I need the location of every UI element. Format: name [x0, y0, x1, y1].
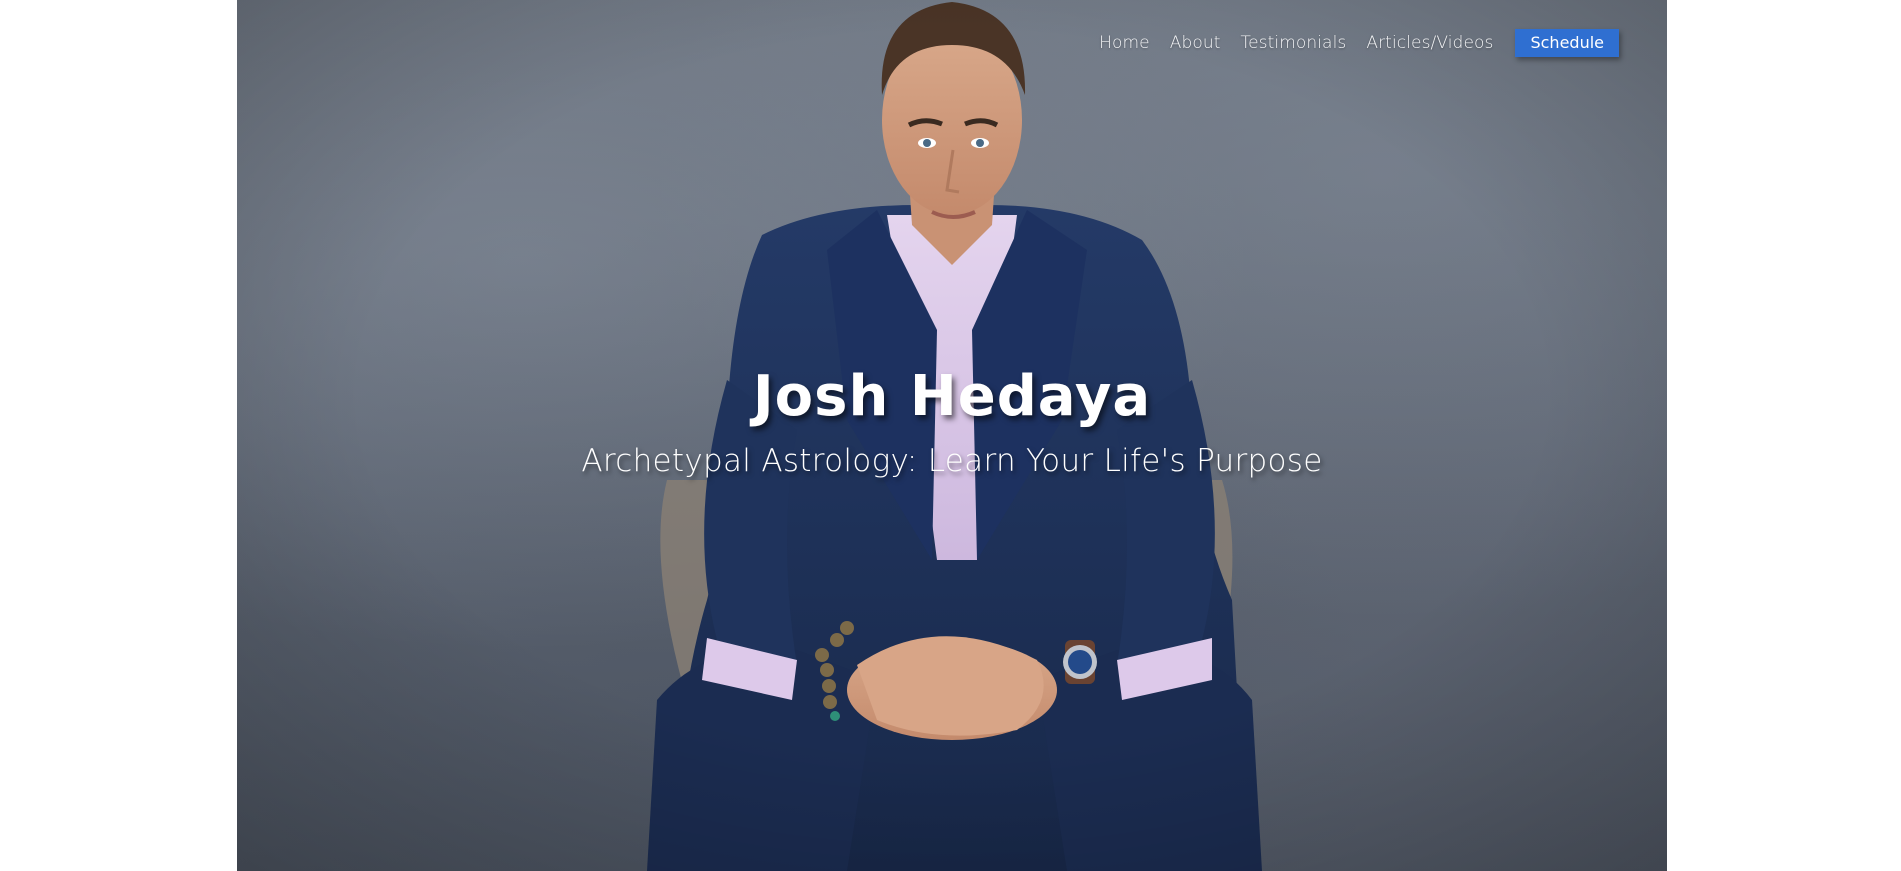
- page: Home About Testimonials Articles/Videos …: [0, 0, 1901, 871]
- nav-home-link[interactable]: Home: [1099, 30, 1150, 56]
- hero-title: Josh Hedaya: [752, 364, 1152, 429]
- schedule-button[interactable]: Schedule: [1515, 29, 1619, 57]
- nav-testimonials-link[interactable]: Testimonials: [1241, 30, 1347, 56]
- hero-subtitle: Archetypal Astrology: Learn Your Life's …: [581, 443, 1323, 479]
- nav-articles-videos-link[interactable]: Articles/Videos: [1366, 30, 1493, 56]
- hero-section: Home About Testimonials Articles/Videos …: [237, 0, 1667, 871]
- nav-about-link[interactable]: About: [1170, 30, 1221, 56]
- main-nav: Home About Testimonials Articles/Videos …: [1099, 29, 1619, 57]
- hero-portrait-photo: [237, 0, 1667, 871]
